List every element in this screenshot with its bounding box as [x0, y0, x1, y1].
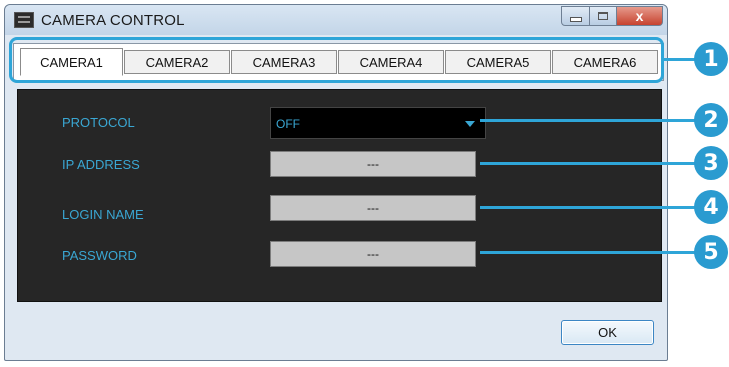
- dropdown-arrow-icon: [465, 121, 475, 127]
- callout-5-line: [480, 251, 696, 254]
- ok-button[interactable]: OK: [561, 320, 654, 345]
- window-title: CAMERA CONTROL: [41, 12, 185, 29]
- window-controls: x: [561, 6, 663, 26]
- ip-address-field[interactable]: ---: [270, 151, 476, 177]
- password-field[interactable]: ---: [270, 241, 476, 267]
- ip-address-label: IP ADDRESS: [62, 157, 140, 172]
- camera-app-icon: [14, 12, 34, 28]
- login-name-label: LOGIN NAME: [62, 207, 144, 222]
- minimize-icon: [569, 16, 582, 22]
- protocol-select[interactable]: OFF: [270, 107, 486, 139]
- tabs-highlight-frame: [9, 37, 664, 83]
- title-bar[interactable]: CAMERA CONTROL x: [5, 5, 667, 35]
- callout-4-line: [480, 206, 696, 209]
- maximize-button[interactable]: [590, 6, 617, 26]
- protocol-label: PROTOCOL: [62, 115, 135, 130]
- close-button[interactable]: x: [617, 6, 663, 26]
- password-label: PASSWORD: [62, 248, 137, 263]
- close-icon: x: [635, 8, 644, 24]
- callout-badge-3: 3: [694, 146, 728, 180]
- protocol-selected-value: OFF: [276, 117, 300, 131]
- callout-badge-1: 1: [694, 42, 728, 76]
- callout-badge-4: 4: [694, 190, 728, 224]
- callout-badge-2: 2: [694, 103, 728, 137]
- maximize-icon: [598, 12, 608, 20]
- login-name-field[interactable]: ---: [270, 195, 476, 221]
- callout-3-line: [480, 162, 696, 165]
- callout-2-line: [480, 119, 696, 122]
- minimize-button[interactable]: [561, 6, 590, 26]
- callout-badge-5: 5: [694, 235, 728, 269]
- callout-1-line: [664, 58, 696, 61]
